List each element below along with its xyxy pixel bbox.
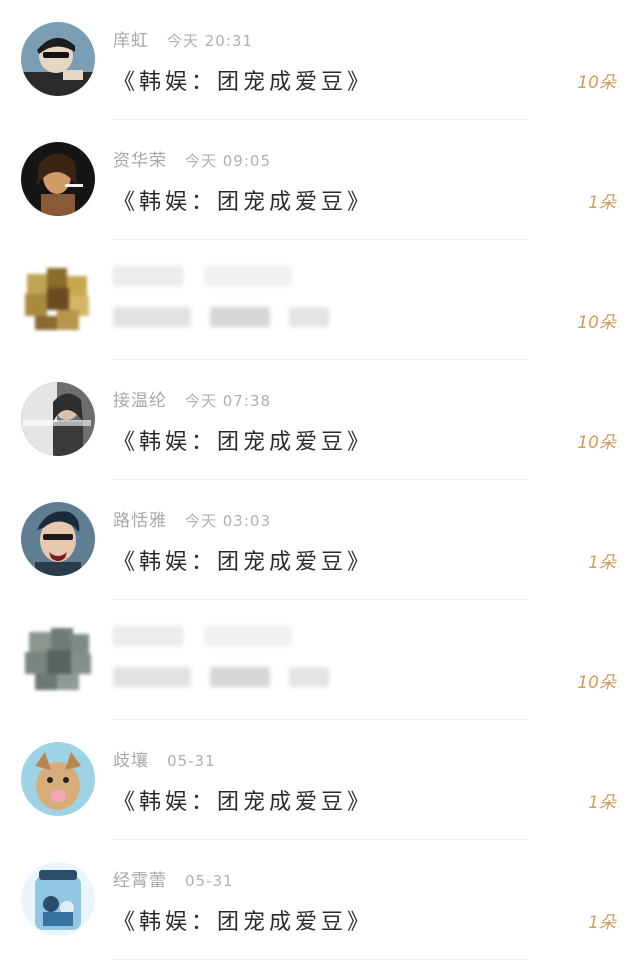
- gift-count: 1朵: [588, 913, 616, 933]
- gift-count: 1朵: [588, 193, 616, 213]
- sender-name-redacted: [113, 266, 183, 286]
- divider: [113, 959, 528, 960]
- sender-line: [113, 266, 294, 294]
- avatar[interactable]: [21, 862, 95, 936]
- gift-count: 1朵: [588, 793, 616, 813]
- avatar[interactable]: [21, 382, 95, 456]
- message-text: 《韩娱：团宠成爱豆》: [113, 190, 374, 215]
- message-text: [113, 304, 329, 329]
- list-item[interactable]: 路恬雅 今天 03:03 《韩娱：团宠成爱豆》 1朵: [0, 480, 640, 600]
- reward-list: 庠虹 今天 20:31 《韩娱：团宠成爱豆》 10朵 资华荣 今天 09:05 《韩…: [0, 0, 640, 964]
- timestamp: 今天 09:05: [185, 152, 271, 170]
- gift-count: 10朵: [577, 73, 616, 93]
- message-text: [113, 664, 329, 689]
- list-item[interactable]: 10朵: [0, 240, 640, 360]
- sender-line: 接温纶 今天 07:38: [113, 386, 271, 414]
- sender-line: [113, 626, 294, 654]
- avatar-image: [21, 382, 95, 456]
- avatar[interactable]: [21, 22, 95, 96]
- gift-count: 1朵: [588, 553, 616, 573]
- sender-line: 路恬雅 今天 03:03: [113, 506, 271, 534]
- sender-name[interactable]: 庠虹: [113, 31, 149, 51]
- message-text: 《韩娱：团宠成爱豆》: [113, 430, 374, 455]
- avatar-image: [21, 142, 95, 216]
- sender-line: 经霄蕾 05-31: [113, 866, 234, 894]
- avatar[interactable]: [21, 142, 95, 216]
- timestamp-redacted: [203, 626, 294, 646]
- avatar-image: [21, 742, 95, 816]
- avatar-image: [21, 502, 95, 576]
- sender-name[interactable]: 歧壤: [113, 751, 149, 771]
- list-item[interactable]: 接温纶 今天 07:38 《韩娱：团宠成爱豆》 10朵: [0, 360, 640, 480]
- message-text: 《韩娱：团宠成爱豆》: [113, 70, 374, 95]
- avatar-image: [21, 862, 95, 936]
- timestamp: 05-31: [185, 872, 234, 890]
- gift-count: 10朵: [577, 433, 616, 453]
- avatar[interactable]: [21, 622, 95, 696]
- avatar[interactable]: [21, 742, 95, 816]
- list-item[interactable]: 庠虹 今天 20:31 《韩娱：团宠成爱豆》 10朵: [0, 0, 640, 120]
- avatar-image: [21, 22, 95, 96]
- avatar-image: [21, 262, 95, 336]
- sender-name[interactable]: 接温纶: [113, 391, 167, 411]
- sender-name[interactable]: 资华荣: [113, 151, 167, 171]
- sender-name[interactable]: 路恬雅: [113, 511, 167, 531]
- avatar-image: [21, 622, 95, 696]
- sender-line: 歧壤 05-31: [113, 746, 216, 774]
- list-item[interactable]: 歧壤 05-31 《韩娱：团宠成爱豆》 1朵: [0, 720, 640, 840]
- timestamp: 今天 07:38: [185, 392, 271, 410]
- timestamp: 今天 20:31: [167, 32, 253, 50]
- message-text: 《韩娱：团宠成爱豆》: [113, 790, 374, 815]
- timestamp: 05-31: [167, 752, 216, 770]
- gift-count: 10朵: [577, 673, 616, 693]
- list-item[interactable]: 10朵: [0, 600, 640, 720]
- sender-line: 庠虹 今天 20:31: [113, 26, 253, 54]
- avatar[interactable]: [21, 502, 95, 576]
- gift-count: 10朵: [577, 313, 616, 333]
- avatar[interactable]: [21, 262, 95, 336]
- sender-name-redacted: [113, 626, 183, 646]
- sender-line: 资华荣 今天 09:05: [113, 146, 271, 174]
- message-text: 《韩娱：团宠成爱豆》: [113, 550, 374, 575]
- timestamp: 今天 03:03: [185, 512, 271, 530]
- timestamp-redacted: [203, 266, 294, 286]
- list-item[interactable]: 资华荣 今天 09:05 《韩娱：团宠成爱豆》 1朵: [0, 120, 640, 240]
- sender-name[interactable]: 经霄蕾: [113, 871, 167, 891]
- list-item[interactable]: 经霄蕾 05-31 《韩娱：团宠成爱豆》 1朵: [0, 840, 640, 960]
- message-text: 《韩娱：团宠成爱豆》: [113, 910, 374, 935]
